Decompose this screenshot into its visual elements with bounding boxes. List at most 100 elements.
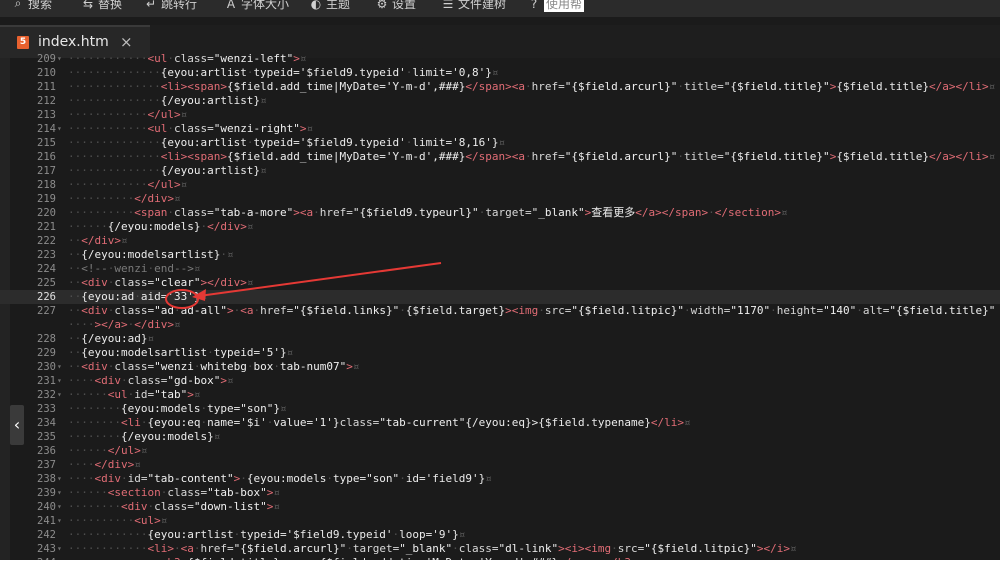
- toolbar-search-button[interactable]: ⌕ 搜索: [12, 0, 52, 12]
- line-number: 236: [37, 445, 56, 457]
- code-token: {eyou:eq: [147, 416, 201, 429]
- line-number: 216: [37, 151, 56, 163]
- code-line[interactable]: 236 ······</ul>¤: [0, 444, 1000, 458]
- fold-toggle-icon[interactable]: ▾: [57, 500, 62, 514]
- code-text: ············</ul>¤: [68, 108, 188, 121]
- code-token: href=: [200, 542, 234, 555]
- toolbar-settings-button[interactable]: ⚙ 设置: [376, 0, 416, 12]
- code-line[interactable]: 226 ··{eyou:ad·aid='33'}¤: [0, 290, 1000, 304]
- settings-icon: ⚙: [376, 0, 388, 11]
- line-number: 218: [37, 179, 56, 191]
- code-line[interactable]: 227 ··<div·class="ad·ad-all">·<a·href="{$…: [0, 304, 1000, 332]
- toolbar-goto-line-button[interactable]: ↵ 跳转行: [145, 0, 197, 12]
- code-token: ·: [167, 206, 174, 219]
- collapse-panel-button[interactable]: ‹: [10, 405, 24, 445]
- code-token: ¤: [498, 136, 506, 149]
- toolbar-file-tree-button[interactable]: ☰ 文件建树: [442, 0, 506, 12]
- code-line[interactable]: 212 ··············{/eyou:artlist}¤: [0, 94, 1000, 108]
- fold-toggle-icon[interactable]: ▾: [57, 472, 62, 486]
- toolbar-theme-button[interactable]: ◐ 主题: [310, 0, 350, 12]
- code-line[interactable]: 210 ··············{eyou:artlist·typeid='$…: [0, 66, 1000, 80]
- code-token: ·: [273, 360, 280, 373]
- code-line[interactable]: 231 ▾ ····<div·class="gd-box">¤: [0, 374, 1000, 388]
- code-text: ··{/eyou:modelsartlist}·¤: [68, 248, 234, 261]
- code-token: <ul: [147, 122, 168, 135]
- code-token: ¤: [491, 66, 499, 79]
- code-token: class=: [339, 416, 380, 429]
- code-line[interactable]: 241 ▾ ··········<ul>¤: [0, 514, 1000, 528]
- code-token: <a: [511, 80, 525, 93]
- fold-toggle-icon[interactable]: ▾: [57, 542, 62, 556]
- code-line[interactable]: 237 ····</div>¤: [0, 458, 1000, 472]
- code-token: "{$field.arcurl}": [233, 542, 347, 555]
- code-line[interactable]: 223 ··{/eyou:modelsartlist}·¤: [0, 248, 1000, 262]
- code-line[interactable]: 222 ··</div>¤: [0, 234, 1000, 248]
- code-line[interactable]: 240 ▾ ········<div·class="down-list">¤: [0, 500, 1000, 514]
- code-line[interactable]: 228 ··{/eyou:ad}¤: [0, 332, 1000, 346]
- code-token: class=: [154, 500, 194, 513]
- tab-close-button[interactable]: ×: [120, 33, 133, 51]
- code-text: ··{eyou:ad·aid='33'}¤: [68, 290, 208, 303]
- code-token: {/eyou:artlist}: [160, 94, 261, 107]
- line-number: 233: [37, 403, 56, 415]
- line-number: 231: [37, 375, 56, 387]
- code-line[interactable]: 211 ··············<li><span>{$field.add_t…: [0, 80, 1000, 94]
- code-line[interactable]: 215 ··············{eyou:artlist·typeid='$…: [0, 136, 1000, 150]
- code-line[interactable]: 239 ▾ ······<section·class="tab-box">¤: [0, 486, 1000, 500]
- code-line[interactable]: 244 ··············<h3>{$field.title}<span…: [0, 556, 1000, 560]
- fold-toggle-icon[interactable]: ▾: [57, 52, 62, 66]
- code-token: ¤: [790, 542, 797, 555]
- code-line[interactable]: 230 ▾ ··<div·class="wenzi·whitebg·box·tab-…: [0, 360, 1000, 374]
- code-line[interactable]: 213 ············</ul>¤: [0, 108, 1000, 122]
- toolbar: ⌕ 搜索 ⇆ 替换 ↵ 跳转行 A 字体大小 ◐ 主题 ⚙ 设置 ☰ 文件建树 ? 使用帮: [0, 0, 1000, 17]
- code-token: {$field.title}: [836, 80, 930, 93]
- code-line[interactable]: 234 ········<li·{eyou:eq·name='$i'·value=…: [0, 416, 1000, 430]
- code-token: "down-list": [193, 500, 267, 513]
- code-line[interactable]: 209 ▾ ············<ul·class="wenzi-left">¤: [0, 52, 1000, 66]
- code-editor[interactable]: 209 ▾ ············<ul·class="wenzi-left">¤…: [0, 52, 1000, 560]
- code-token: ¤: [260, 164, 267, 177]
- code-token: ·: [207, 346, 214, 359]
- code-token: {eyou:ad: [81, 290, 135, 303]
- code-line[interactable]: 229 ··{eyou:modelsartlist·typeid='5'}¤: [0, 346, 1000, 360]
- code-text: ··············{eyou:artlist·typeid='$fie…: [68, 66, 499, 79]
- code-line[interactable]: 243 ▾ ············<li>·<a·href="{$field.ar…: [0, 542, 1000, 556]
- code-token: "tab-box": [207, 486, 267, 499]
- fold-toggle-icon[interactable]: ▾: [57, 374, 62, 388]
- code-line[interactable]: 218 ············</ul>¤: [0, 178, 1000, 192]
- code-text: ··············{eyou:artlist·typeid='$fie…: [68, 136, 506, 149]
- code-line[interactable]: 235 ········{/eyou:models}¤: [0, 430, 1000, 444]
- code-line[interactable]: 233 ········{eyou:models·type="son"}¤: [0, 402, 1000, 416]
- code-token: <a: [180, 542, 194, 555]
- code-line[interactable]: 220 ··········<span·class="tab-a-more"><a…: [0, 206, 1000, 220]
- toolbar-replace-button[interactable]: ⇆ 替换: [82, 0, 122, 12]
- code-token: type="son"}: [207, 402, 280, 415]
- fold-toggle-icon[interactable]: ▾: [57, 122, 62, 136]
- code-line[interactable]: 225 ··<div·class="clear"></div>¤: [0, 276, 1000, 290]
- code-token: >: [293, 52, 300, 65]
- line-number: 219: [37, 193, 56, 205]
- fold-toggle-icon[interactable]: ▾: [57, 514, 62, 528]
- code-line[interactable]: 214 ▾ ············<ul·class="wenzi-right">…: [0, 122, 1000, 136]
- code-line[interactable]: 238 ▾ ····<div·id="tab-content">·{eyou:mod…: [0, 472, 1000, 486]
- fold-toggle-icon[interactable]: ▾: [57, 388, 62, 402]
- fold-toggle-icon[interactable]: ▾: [57, 360, 62, 374]
- code-line[interactable]: 232 ▾ ······<ul·id="tab">¤: [0, 388, 1000, 402]
- code-text: ········{eyou:models·type="son"}¤: [68, 402, 287, 415]
- code-line[interactable]: 221 ······{/eyou:models}·</div>¤: [0, 220, 1000, 234]
- code-text: ··············<h3>{$field.title}<span>{$…: [68, 556, 998, 560]
- code-line[interactable]: 224 ··<!--·wenzi·end-->¤: [0, 262, 1000, 276]
- code-text: ········<div·class="down-list">¤: [68, 500, 280, 513]
- code-line[interactable]: 242 ············{eyou:artlist·typeid='$fi…: [0, 528, 1000, 542]
- code-token: >: [558, 542, 565, 555]
- code-token: ·: [525, 150, 532, 163]
- code-line[interactable]: 216 ··············<li><span>{$field.add_t…: [0, 150, 1000, 164]
- fold-toggle-icon[interactable]: ▾: [57, 486, 62, 500]
- toolbar-help-button[interactable]: ? 使用帮: [528, 0, 585, 12]
- toolbar-font-size-button[interactable]: A 字体大小: [225, 0, 289, 12]
- code-token: <span: [134, 206, 168, 219]
- code-token: ></i>: [756, 542, 790, 555]
- code-line[interactable]: 219 ··········</div>¤: [0, 192, 1000, 206]
- code-line[interactable]: 217 ··············{/eyou:artlist}¤: [0, 164, 1000, 178]
- code-token: </a></li>: [929, 150, 989, 163]
